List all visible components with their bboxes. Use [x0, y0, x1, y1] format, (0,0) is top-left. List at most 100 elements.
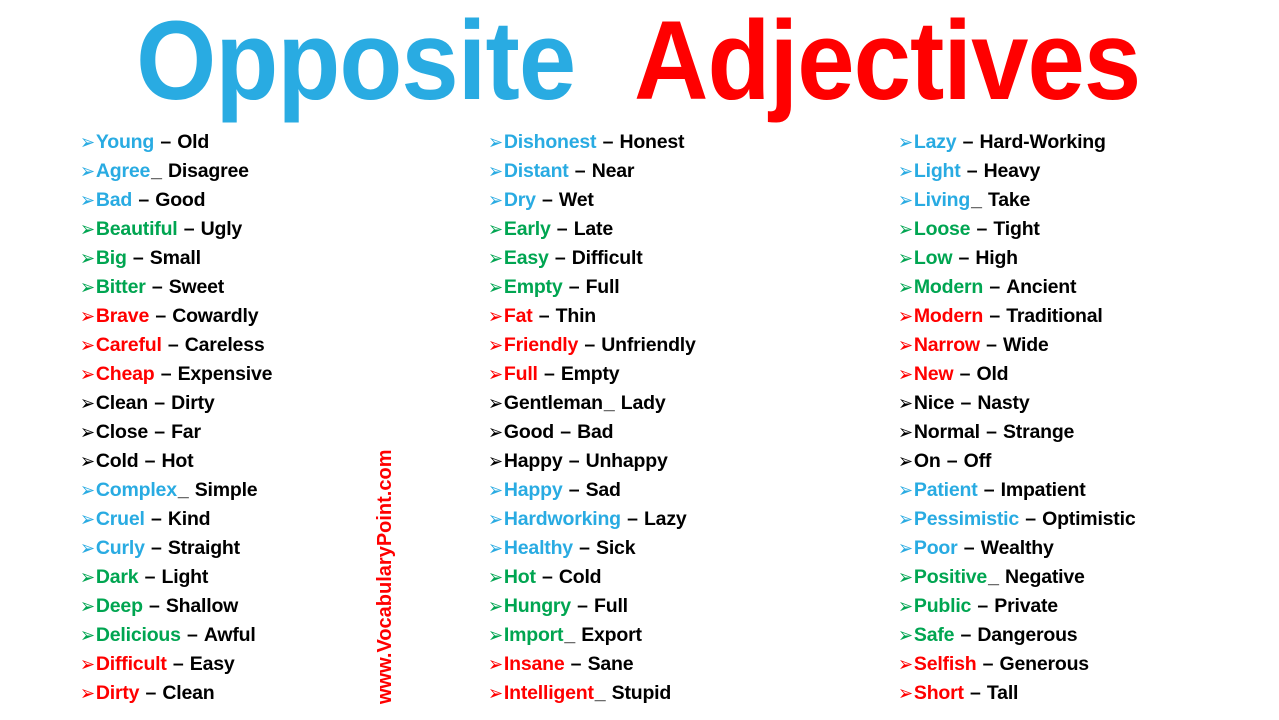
adjective-word: Modern	[913, 305, 984, 327]
adjective-word: Bad	[95, 189, 133, 211]
adjective-word: Empty	[503, 276, 563, 298]
separator: _	[151, 160, 168, 182]
adjective-word: Agree	[95, 160, 151, 182]
separator: –	[955, 392, 977, 414]
opposite-word: Small	[149, 247, 201, 269]
word-pair-row: ➢Difficult – Easy	[80, 650, 475, 679]
adjective-word: Good	[503, 421, 554, 443]
adjective-word: Dirty	[95, 682, 140, 704]
separator: –	[555, 421, 577, 443]
separator: _	[177, 479, 194, 501]
opposite-word: Generous	[999, 653, 1090, 675]
separator: –	[955, 624, 977, 646]
opposite-word: Shallow	[165, 595, 239, 617]
separator: –	[565, 653, 587, 675]
arrow-bullet-icon: ➢	[898, 681, 913, 705]
separator: –	[538, 363, 560, 385]
separator: –	[563, 479, 585, 501]
opposite-word: Unfriendly	[601, 334, 696, 356]
separator: _	[564, 624, 581, 646]
opposite-word: Empty	[560, 363, 620, 385]
word-pair-row: ➢Good – Bad	[488, 418, 883, 447]
opposite-word: Near	[591, 160, 635, 182]
opposite-word: Dirty	[171, 392, 215, 414]
word-pair-row: ➢Cheap – Expensive	[80, 360, 475, 389]
word-pair-row: ➢Import_ Export	[488, 621, 883, 650]
separator: –	[972, 595, 994, 617]
word-pair-row: ➢Early – Late	[488, 215, 883, 244]
separator: –	[597, 131, 619, 153]
opposite-word: Off	[963, 450, 992, 472]
opposite-word: Bad	[577, 421, 614, 443]
adjective-word: Hungry	[503, 595, 571, 617]
adjective-word: Low	[913, 247, 953, 269]
word-pair-row: ➢Low – High	[898, 244, 1279, 273]
separator: –	[953, 247, 975, 269]
opposite-word: Optimistic	[1042, 508, 1136, 530]
separator: –	[563, 276, 585, 298]
separator: –	[139, 566, 161, 588]
adjective-word: Cold	[95, 450, 139, 472]
word-pair-row: ➢Selfish – Generous	[898, 650, 1279, 679]
word-pair-row: ➢Dry – Wet	[488, 186, 883, 215]
separator: –	[569, 160, 591, 182]
word-pair-row: ➢Dark – Light	[80, 563, 475, 592]
word-pair-row: ➢Bitter – Sweet	[80, 273, 475, 302]
separator: –	[162, 334, 184, 356]
separator: –	[536, 189, 558, 211]
word-pair-row: ➢Fat – Thin	[488, 302, 883, 331]
separator: –	[145, 537, 167, 559]
title-word-opposite: Opposite	[135, 0, 576, 123]
opposite-word: Private	[994, 595, 1058, 617]
word-pair-row: ➢Poor – Wealthy	[898, 534, 1279, 563]
adjective-word: Insane	[503, 653, 565, 675]
opposite-word: Impatient	[1000, 479, 1086, 501]
separator: –	[958, 537, 980, 559]
opposite-word: Sad	[585, 479, 621, 501]
separator: –	[143, 595, 165, 617]
opposite-word: Full	[585, 276, 620, 298]
page-title: Opposite Adjectives	[0, 2, 1279, 120]
adjective-word: Loose	[913, 218, 971, 240]
separator: –	[127, 247, 149, 269]
opposite-word: Stupid	[611, 682, 672, 704]
word-pair-row: ➢Patient – Impatient	[898, 476, 1279, 505]
word-pair-row: ➢Happy – Unhappy	[488, 447, 883, 476]
adjective-word: Living	[913, 189, 971, 211]
adjective-word: Safe	[913, 624, 955, 646]
opposite-word: Thin	[555, 305, 597, 327]
word-pair-row: ➢Intelligent_ Stupid	[488, 679, 883, 708]
word-pair-row: ➢Young – Old	[80, 128, 475, 157]
word-pair-row: ➢Careful – Careless	[80, 331, 475, 360]
word-pair-row: ➢Brave – Cowardly	[80, 302, 475, 331]
opposite-word: Dangerous	[977, 624, 1078, 646]
adjective-word: Poor	[913, 537, 958, 559]
column-2: ➢Dishonest – Honest ➢Distant – Near ➢Dry –…	[488, 128, 883, 708]
worksheet-page: Opposite Adjectives ➢Young – Old ➢Agree_ D…	[0, 0, 1279, 720]
opposite-word: High	[975, 247, 1018, 269]
word-pair-row: ➢Public – Private	[898, 592, 1279, 621]
word-pair-row: ➢Curly – Straight	[80, 534, 475, 563]
word-pair-row: ➢Living_ Take	[898, 186, 1279, 215]
adjective-word: Public	[913, 595, 972, 617]
arrow-bullet-icon: ➢	[488, 681, 503, 705]
word-pair-row: ➢Delicious – Awful	[80, 621, 475, 650]
adjective-word: Easy	[503, 247, 549, 269]
separator: –	[536, 566, 558, 588]
adjective-word: Dishonest	[503, 131, 597, 153]
opposite-word: Ugly	[200, 218, 243, 240]
adjective-word: Early	[503, 218, 551, 240]
opposite-word: Old	[976, 363, 1009, 385]
adjective-word: Hardworking	[503, 508, 621, 530]
word-pair-row: ➢Modern – Ancient	[898, 273, 1279, 302]
separator: –	[149, 392, 171, 414]
opposite-word: Expensive	[177, 363, 273, 385]
adjective-word: Dark	[95, 566, 139, 588]
word-pair-row: ➢Distant – Near	[488, 157, 883, 186]
separator: –	[181, 624, 203, 646]
word-pair-row: ➢Safe – Dangerous	[898, 621, 1279, 650]
watermark: www.VocabularyPoint.com	[374, 178, 397, 705]
separator: _	[603, 392, 620, 414]
opposite-word: Tight	[993, 218, 1040, 240]
word-pair-row: ➢Friendly – Unfriendly	[488, 331, 883, 360]
